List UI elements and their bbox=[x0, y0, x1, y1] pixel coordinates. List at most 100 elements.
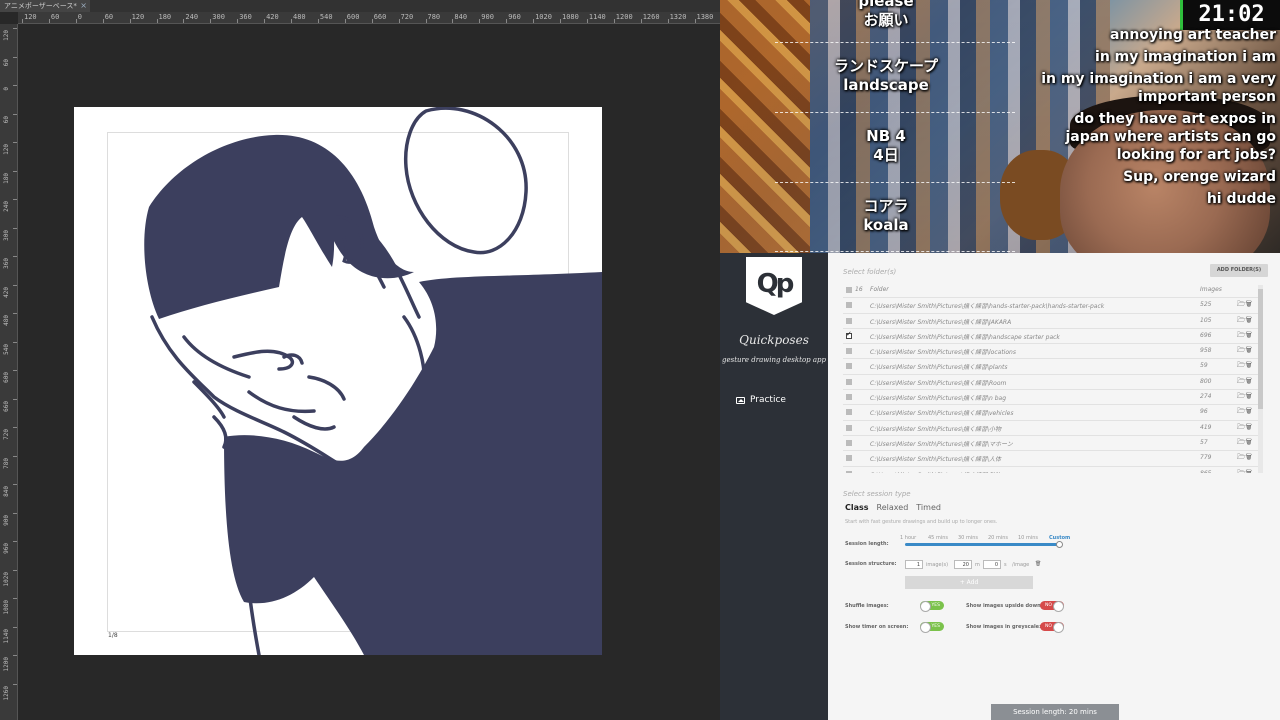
folder-row[interactable]: C:\Users\Mister Smith\Pictures\描く練習\Room… bbox=[843, 375, 1263, 391]
folder-actions-icon[interactable]: 🗁🗑 bbox=[1237, 331, 1252, 342]
timer-toggle[interactable]: YES bbox=[920, 622, 944, 633]
folder-checkbox[interactable] bbox=[846, 330, 852, 339]
folder-actions-icon[interactable]: 🗁🗑 bbox=[1237, 300, 1252, 311]
ruler-tick-label: 120 bbox=[131, 13, 145, 21]
ruler-tick bbox=[13, 427, 17, 428]
folder-row[interactable]: C:\Users\Mister Smith\Pictures\描く練習\loca… bbox=[843, 344, 1263, 360]
ruler-tick bbox=[48, 19, 50, 23]
ruler-tick bbox=[667, 19, 669, 23]
add-folder-button[interactable]: ADD FOLDER(S) bbox=[1210, 264, 1268, 277]
ruler-tick bbox=[13, 85, 17, 86]
ruler-tick-label: 840 bbox=[3, 486, 10, 497]
folder-actions-icon[interactable]: 🗁🗑 bbox=[1237, 438, 1252, 449]
topic-label-line: ランドスケープ bbox=[833, 57, 939, 75]
ruler-tick-label: 900 bbox=[3, 514, 10, 526]
folder-actions-icon[interactable]: 🗁🗑 bbox=[1237, 453, 1252, 464]
session-length-slider[interactable] bbox=[905, 543, 1060, 546]
folder-path: C:\Users\Mister Smith\Pictures\描く練習\JAKA… bbox=[870, 318, 1012, 326]
folder-row[interactable]: C:\Users\Mister Smith\Pictures\描く練習\hand… bbox=[843, 329, 1263, 345]
length-option[interactable]: 20 mins bbox=[988, 535, 1008, 541]
folder-actions-icon[interactable]: 🗁🗑 bbox=[1237, 469, 1252, 473]
folder-image-count: 96 bbox=[1200, 408, 1208, 416]
ruler-tick bbox=[533, 19, 535, 23]
topic-label-line: 4日 bbox=[873, 146, 899, 164]
folder-actions-icon[interactable]: 🗁🗑 bbox=[1237, 392, 1252, 403]
folder-path: C:\Users\Mister Smith\Pictures\描く練習\n ba… bbox=[870, 395, 1007, 403]
minutes-unit: m bbox=[975, 562, 980, 568]
folder-checkbox[interactable] bbox=[846, 409, 852, 416]
folder-checkbox[interactable] bbox=[846, 470, 852, 473]
folder-checkbox[interactable] bbox=[846, 455, 852, 462]
seconds-stepper[interactable]: 0 bbox=[983, 560, 1001, 569]
ruler-tick bbox=[291, 19, 292, 23]
folder-checkbox[interactable] bbox=[846, 439, 852, 446]
length-option[interactable]: 45 mins bbox=[928, 535, 948, 541]
folder-row[interactable]: C:\Users\Mister Smith\Pictures\描く練習\動物86… bbox=[843, 467, 1263, 473]
folder-actions-icon[interactable]: 🗁🗑 bbox=[1237, 346, 1252, 357]
folder-path: C:\Users\Mister Smith\Pictures\描く練習\小物 bbox=[870, 425, 1002, 433]
folder-row[interactable]: C:\Users\Mister Smith\Pictures\描く練習\plan… bbox=[843, 359, 1263, 375]
folder-checkbox[interactable] bbox=[846, 302, 852, 309]
ruler-tick-label: 1260 bbox=[642, 13, 660, 21]
session-length-slider-handle[interactable] bbox=[1056, 541, 1063, 548]
document-tab[interactable]: アニメポーザーベース* × bbox=[0, 0, 90, 12]
length-option[interactable]: 30 mins bbox=[958, 535, 978, 541]
folder-actions-icon[interactable]: 🗁🗑 bbox=[1237, 407, 1252, 418]
greyscale-toggle[interactable]: NO bbox=[1040, 622, 1064, 633]
shuffle-toggle[interactable]: YES bbox=[920, 601, 944, 612]
folder-checkbox[interactable] bbox=[846, 424, 852, 431]
minutes-stepper[interactable]: 20 bbox=[954, 560, 972, 569]
ruler-tick-label: 1020 bbox=[535, 13, 552, 21]
tab-class[interactable]: Class bbox=[845, 503, 869, 512]
folder-row[interactable]: C:\Users\Mister Smith\Pictures\描く練習\小物 41… bbox=[843, 421, 1263, 436]
ruler-tick bbox=[13, 284, 17, 286]
ruler-tick bbox=[210, 19, 212, 23]
tab-timed[interactable]: Timed bbox=[916, 503, 941, 512]
sidebar-item-practice[interactable]: Practice bbox=[736, 395, 786, 405]
ruler-tick bbox=[13, 199, 17, 200]
folder-checkbox[interactable] bbox=[846, 394, 852, 401]
topic-label-line: コアラ bbox=[863, 197, 909, 215]
start-session-button[interactable]: Session length: 20 mins bbox=[991, 704, 1119, 720]
folder-image-count: 958 bbox=[1200, 347, 1212, 355]
folder-checkbox[interactable] bbox=[846, 348, 852, 355]
folder-path: C:\Users\Mister Smith\Pictures\描く練習\plan… bbox=[870, 364, 1008, 372]
delete-row-icon[interactable]: 🗑 bbox=[1035, 561, 1041, 567]
folder-table-header: 16 Folder Images bbox=[843, 283, 1263, 299]
folder-scrollbar-thumb[interactable] bbox=[1258, 289, 1263, 409]
folder-row[interactable]: C:\Users\Mister Smith\Pictures\描く練習\n ba… bbox=[843, 390, 1263, 406]
upside-down-toggle[interactable]: NO bbox=[1040, 601, 1064, 612]
ruler-tick-label: 120 bbox=[3, 30, 10, 41]
folder-actions-icon[interactable]: 🗁🗑 bbox=[1237, 316, 1252, 327]
folder-row[interactable]: C:\Users\Mister Smith\Pictures\描く練習\hand… bbox=[843, 298, 1263, 314]
ruler-tick bbox=[13, 56, 17, 58]
close-tab-icon[interactable]: × bbox=[80, 0, 87, 12]
folder-checkbox[interactable] bbox=[846, 363, 852, 370]
image-count-stepper[interactable]: 1 bbox=[905, 560, 923, 569]
folder-row[interactable]: C:\Users\Mister Smith\Pictures\描く練習\マホーン… bbox=[843, 436, 1263, 452]
drawing-canvas[interactable]: 1/8 bbox=[74, 107, 602, 655]
folder-actions-icon[interactable]: 🗁🗑 bbox=[1237, 423, 1252, 434]
folder-row[interactable]: C:\Users\Mister Smith\Pictures\描く練習\JAKA… bbox=[843, 314, 1263, 329]
folder-row[interactable]: C:\Users\Mister Smith\Pictures\描く練習\vehi… bbox=[843, 405, 1263, 421]
vertical-ruler[interactable]: 120 60 0 60 120 180 240 300 360 420 480 540 600 660 72… bbox=[0, 24, 18, 720]
folder-path: C:\Users\Mister Smith\Pictures\描く練習\hand… bbox=[870, 303, 1105, 311]
ruler-tick-label: 1140 bbox=[3, 628, 10, 643]
folder-actions-icon[interactable]: 🗁🗑 bbox=[1237, 361, 1252, 372]
webcam-feed: please お願い ランドスケープ landscape NB 4 4日 コアラ… bbox=[720, 0, 1280, 253]
add-structure-button[interactable]: + Add bbox=[905, 576, 1033, 589]
ruler-tick bbox=[13, 113, 17, 115]
tab-relaxed[interactable]: Relaxed bbox=[877, 503, 909, 512]
topic-label-line: NB 4 bbox=[866, 127, 906, 145]
length-option[interactable]: 10 mins bbox=[1018, 535, 1038, 541]
folder-checkbox[interactable] bbox=[846, 378, 852, 385]
select-all-checkbox[interactable] bbox=[846, 287, 852, 293]
logo-text: Qp bbox=[756, 269, 795, 299]
folder-row[interactable]: C:\Users\Mister Smith\Pictures\描く練習\人体 77… bbox=[843, 451, 1263, 467]
folder-actions-icon[interactable]: 🗁🗑 bbox=[1237, 377, 1252, 388]
horizontal-ruler[interactable]: 120 60 0 60 120 180 240 300 360 420 480 540 600 660 72… bbox=[18, 12, 720, 24]
folder-path: C:\Users\Mister Smith\Pictures\描く練習\人体 bbox=[870, 456, 1002, 464]
length-option[interactable]: 1 hour bbox=[900, 535, 916, 541]
folder-checkbox[interactable] bbox=[846, 317, 852, 324]
ruler-tick-label: 60 bbox=[104, 13, 114, 21]
